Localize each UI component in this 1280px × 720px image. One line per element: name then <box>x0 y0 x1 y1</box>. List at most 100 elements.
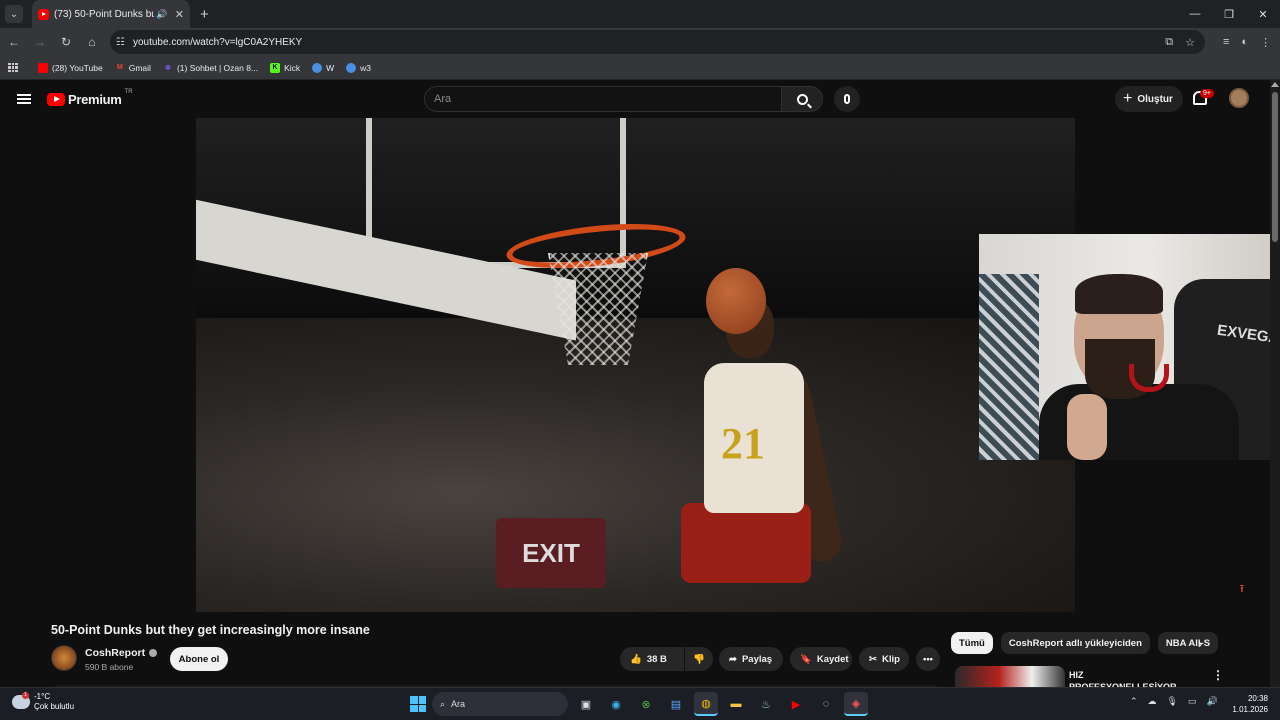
restore-icon[interactable]: ❐ <box>1212 8 1246 21</box>
scroll-up-icon[interactable] <box>1271 82 1279 87</box>
forward-icon[interactable]: → <box>28 35 52 49</box>
youtube-premium-logo[interactable]: Premium TR <box>47 89 133 107</box>
task-view-icon[interactable]: ▣ <box>574 692 598 716</box>
hamburger-menu-icon[interactable] <box>17 94 31 104</box>
subscriber-count: 590 B abone <box>85 662 134 672</box>
search-button[interactable] <box>781 86 823 112</box>
system-tray: ⌃ ☁ 🎙 ▭ 🔊 <box>1130 696 1218 707</box>
steam-icon[interactable]: ♨ <box>754 692 778 716</box>
speaker-icon[interactable]: 🔊 <box>156 9 167 20</box>
bookmark-label: w3 <box>360 62 372 73</box>
home-icon[interactable]: ⌂ <box>80 35 104 49</box>
taskbar-search[interactable]: ⌕ Ara <box>432 692 568 716</box>
search-input[interactable]: Ara <box>424 86 782 112</box>
file-explorer-icon[interactable]: ▬ <box>724 692 748 716</box>
webcam-overlay: EXVEGA <box>979 234 1280 460</box>
mic-icon[interactable]: 🎙 <box>1167 696 1178 707</box>
video-title: 50-Point Dunks but they get increasingly… <box>51 623 370 637</box>
install-app-icon[interactable]: ⧉ <box>1165 36 1173 49</box>
bookmarks-bar: (28) YouTube M Gmail ✲ (1) Sohbet | Ozan 8… <box>0 56 1280 80</box>
basketball-player: 21 <box>676 293 846 593</box>
omnibox[interactable]: ☷ youtube.com/watch?v=lgC0A2YHEKY ⧉ ☆ <box>110 30 1205 54</box>
verified-icon <box>149 649 158 658</box>
video-crowd <box>196 318 1075 612</box>
tab-search-button[interactable]: ⌄ <box>5 5 23 23</box>
save-button[interactable]: 🔖 Kaydet <box>790 647 852 671</box>
create-button[interactable]: + Oluştur <box>1115 86 1183 112</box>
windows-start-icon[interactable] <box>410 696 426 712</box>
bookmark-kick[interactable]: K Kick <box>270 62 301 73</box>
channel-avatar[interactable] <box>51 645 77 671</box>
bookmark-sohbet[interactable]: ✲ (1) Sohbet | Ozan 8... <box>163 63 258 73</box>
xbox-icon[interactable]: ⊗ <box>634 692 658 716</box>
apps-grid-icon[interactable] <box>8 62 18 73</box>
clip-button[interactable]: ✂ Klip <box>859 647 909 671</box>
streamer-hair <box>1075 274 1163 314</box>
upload-icon[interactable]: ⭱ <box>1240 580 1244 599</box>
bookmark-w[interactable]: W <box>312 62 334 73</box>
site-info-icon[interactable]: ☷ <box>116 37 125 48</box>
channel-name[interactable]: CoshReport <box>85 647 158 659</box>
window-controls: — ❐ ✕ <box>1178 8 1280 21</box>
chevron-up-icon[interactable]: ⌃ <box>1130 696 1138 707</box>
edge-icon[interactable]: ◉ <box>604 692 628 716</box>
notification-badge: 9+ <box>1200 89 1214 98</box>
address-bar-row: ← → ↻ ⌂ ☷ youtube.com/watch?v=lgC0A2YHEK… <box>0 28 1280 56</box>
player-shorts <box>681 503 811 583</box>
close-tab-icon[interactable]: ✕ <box>175 8 184 21</box>
back-icon[interactable]: ← <box>2 35 26 49</box>
chip-all[interactable]: Tümü <box>951 632 993 654</box>
reload-icon[interactable]: ↻ <box>54 35 78 49</box>
minimize-icon[interactable]: — <box>1178 8 1212 21</box>
profile-icon[interactable]: ◐ <box>1241 36 1248 49</box>
search-icon: ⌕ <box>440 698 446 709</box>
bookmark-youtube[interactable]: (28) YouTube <box>38 62 103 73</box>
menu-icon[interactable]: ⋮ <box>1260 36 1271 49</box>
onedrive-icon[interactable]: ☁ <box>1148 696 1157 707</box>
bookmark-label: Kick <box>284 62 301 73</box>
new-tab-button[interactable]: + <box>200 6 209 23</box>
recommended-more-icon[interactable]: ⋮ <box>1212 668 1224 682</box>
like-button[interactable]: 👍 38 B <box>620 647 684 671</box>
chrome-icon[interactable]: ◍ <box>694 692 718 716</box>
youtube-app-icon[interactable]: ▶ <box>784 692 808 716</box>
chevron-right-icon[interactable]: › <box>1198 636 1202 651</box>
active-tab[interactable]: (73) 50-Point Dunks but they get increas… <box>32 0 190 28</box>
voice-search-button[interactable] <box>834 86 860 112</box>
display-icon[interactable]: ▭ <box>1188 696 1197 707</box>
gmail-icon: M <box>116 64 123 71</box>
video-player[interactable]: EXIT 21 <box>196 118 1075 612</box>
bookmark-w3[interactable]: w3 <box>346 62 372 73</box>
weather-desc: Çok bulutlu <box>34 702 75 711</box>
weather-alert-badge: 1 <box>22 692 29 699</box>
account-avatar[interactable] <box>1229 88 1249 108</box>
taskbar-clock[interactable]: 20:38 1.01.2026 <box>1232 693 1268 715</box>
weather-text: -1°C Çok bulutlu <box>34 692 74 712</box>
clip-label: Klip <box>881 653 900 665</box>
globe-icon <box>346 62 357 73</box>
bookmark-gmail[interactable]: M Gmail <box>115 63 151 73</box>
store-icon[interactable]: ▤ <box>664 692 688 716</box>
scrollbar-thumb[interactable] <box>1272 92 1278 242</box>
dislike-button[interactable]: 👎 <box>685 647 713 671</box>
chip-nba-all-star[interactable]: NBA All-S <box>1157 632 1219 654</box>
page-scrollbar[interactable] <box>1270 80 1280 697</box>
volume-icon[interactable]: 🔊 <box>1207 696 1218 707</box>
share-button[interactable]: ➦ Paylaş <box>719 647 783 671</box>
more-actions-icon[interactable]: ••• <box>916 647 940 671</box>
hanging-jacket <box>979 274 1039 460</box>
media-control-icon[interactable]: ≡ <box>1223 36 1229 49</box>
game-launcher-icon[interactable]: ◈ <box>844 692 868 716</box>
chip-from-uploader[interactable]: CoshReport adlı yükleyiciden <box>1000 632 1150 654</box>
bookmark-label: Gmail <box>128 62 151 73</box>
clock-time: 20:38 <box>1247 694 1268 703</box>
thumbs-down-icon: 👎 <box>693 653 705 665</box>
weather-widget[interactable]: 1 -1°C Çok bulutlu <box>12 692 74 712</box>
share-label: Paylaş <box>741 653 773 665</box>
close-window-icon[interactable]: ✕ <box>1246 8 1280 21</box>
subscribe-button[interactable]: Abone ol <box>170 647 228 671</box>
opera-gx-icon[interactable]: ◌ <box>814 692 838 716</box>
windows-taskbar: 1 -1°C Çok bulutlu ⌕ Ara ▣ ◉ ⊗ ▤ ◍ ▬ ♨ ▶ ◌… <box>0 687 1280 720</box>
taskbar-search-label: Ara <box>451 699 466 709</box>
bookmark-star-icon[interactable]: ☆ <box>1185 36 1195 49</box>
